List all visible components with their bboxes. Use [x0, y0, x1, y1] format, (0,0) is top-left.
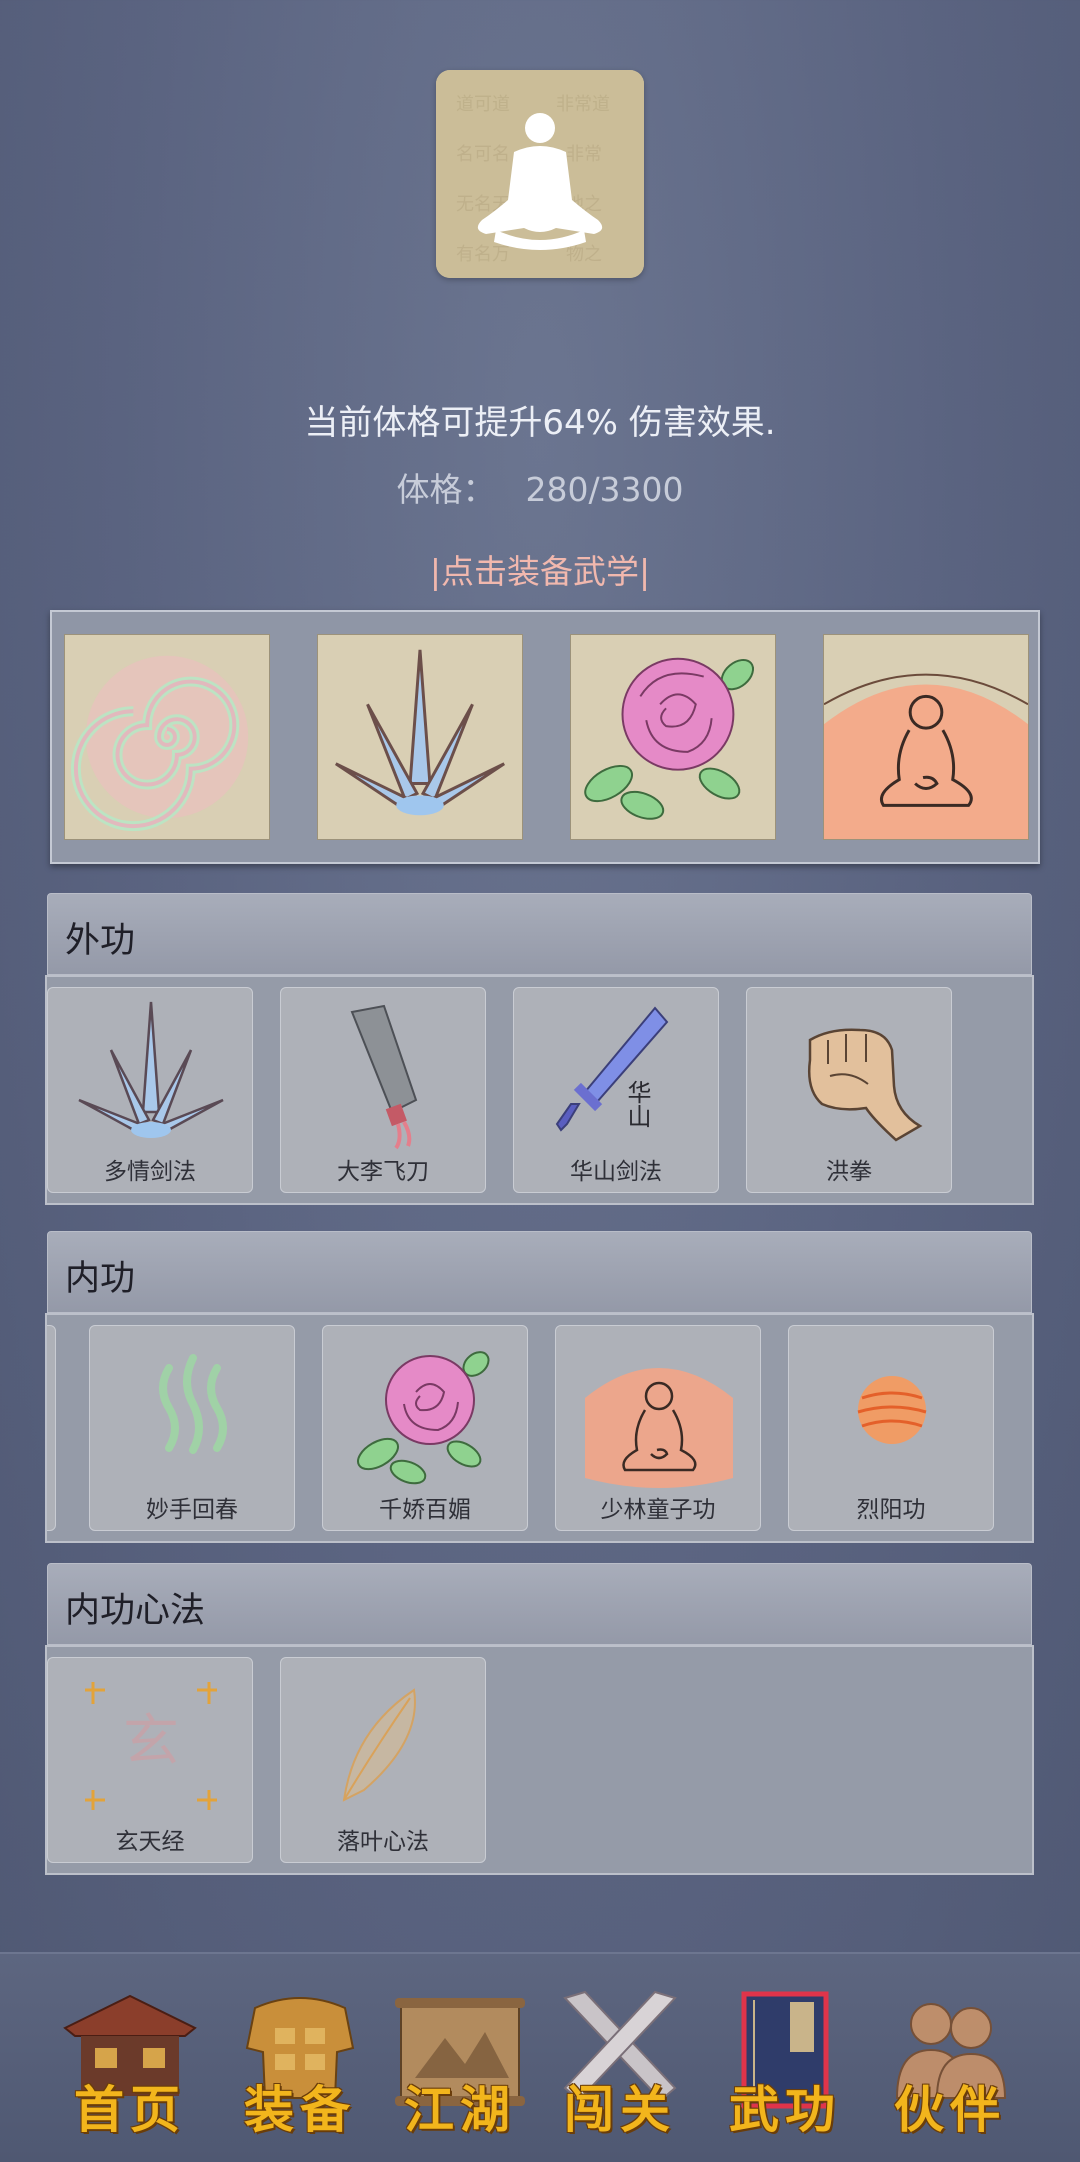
skill-label: 落叶心法: [337, 1829, 429, 1855]
section-title-neigong: 内功: [65, 1259, 136, 1299]
leaf-icon: [342, 1688, 416, 1802]
equipped-skills-bar: [50, 610, 1040, 864]
equipped-slot-1[interactable]: [64, 634, 270, 840]
skill-card-hongquan[interactable]: 洪拳: [746, 987, 952, 1193]
nav-label: 闯关: [564, 2080, 676, 2139]
sword-icon-text: 华山: [623, 1080, 651, 1128]
skill-list-xinfa: 玄 玄天经 落叶心法: [45, 1645, 1034, 1875]
section-title-waigong: 外功: [65, 921, 136, 961]
meditation-silhouette-icon: 道可道 非常道 名可名 非常 无名天 地之 有名万 物之: [436, 70, 644, 278]
sword-fan-icon: [78, 1001, 224, 1138]
meditation-glow-icon: [824, 635, 1028, 839]
svg-text:名可名: 名可名: [456, 144, 510, 165]
rose-icon: [357, 1351, 490, 1485]
fist-icon: [808, 1028, 923, 1142]
equipped-slot-2[interactable]: [317, 634, 523, 840]
nav-equipment[interactable]: 装备: [225, 1988, 375, 2139]
rose-icon: [571, 635, 775, 839]
skill-label: 烈阳功: [856, 1497, 926, 1523]
skill-label: 洪拳: [826, 1159, 872, 1185]
nav-label: 首页: [74, 2080, 186, 2139]
skill-label: 多情剑法: [104, 1159, 196, 1185]
nav-label: 江湖: [404, 2080, 516, 2139]
nav-partners[interactable]: 伙伴: [875, 1988, 1025, 2139]
section-title-xinfa: 内功心法: [65, 1591, 206, 1631]
skill-card-huashan-jianfa[interactable]: 华山 华山剑法: [513, 987, 719, 1193]
bonus-text: 当前体格可提升64% 伤害效果.: [304, 403, 776, 443]
sun-orb-icon: [857, 1376, 927, 1444]
stat-line: 体格： 280/3300: [0, 463, 1080, 511]
stat-value: 280/3300: [525, 470, 684, 509]
skill-card-duoqing-jianfa[interactable]: 多情剑法: [47, 987, 253, 1193]
nav-martial-arts[interactable]: 武功: [710, 1988, 860, 2139]
xuan-seal-icon: 玄: [85, 1682, 217, 1810]
stat-label: 体格：: [396, 470, 496, 509]
sword-icon: 华山: [555, 1006, 669, 1132]
bottom-nav: 首页 装备 江湖 闯关 武功 伙伴: [0, 1952, 1080, 2162]
nav-label: 武功: [729, 2080, 841, 2139]
skill-card-luoye-xinfa[interactable]: 落叶心法: [280, 1657, 486, 1863]
svg-text:道可道: 道可道: [456, 94, 510, 115]
character-avatar[interactable]: 道可道 非常道 名可名 非常 无名天 地之 有名万 物之: [436, 70, 644, 278]
swirl-icon: [65, 635, 269, 839]
cleaver-icon: [350, 1004, 418, 1150]
svg-text:有名万: 有名万: [456, 244, 510, 265]
skill-label: 大李飞刀: [337, 1159, 429, 1185]
skill-label: 少林童子功: [600, 1497, 716, 1523]
nav-label: 伙伴: [894, 2080, 1006, 2139]
skill-list-waigong: 多情剑法 大李飞刀 华山 华山剑法 洪拳: [45, 975, 1034, 1205]
svg-text:物之: 物之: [566, 244, 602, 265]
equipped-slot-3[interactable]: [570, 634, 776, 840]
equipped-slot-4[interactable]: [823, 634, 1029, 840]
skill-label: 千娇百媚: [379, 1497, 471, 1523]
svg-text:非常道: 非常道: [556, 94, 610, 115]
equip-martial-arts-link[interactable]: |点击装备武学|: [0, 545, 1080, 593]
skill-card-partial[interactable]: [47, 1325, 56, 1531]
nav-challenge[interactable]: 闯关: [545, 1988, 695, 2139]
section-header-neigong: 内功: [47, 1231, 1032, 1313]
skill-card-lieyang-gong[interactable]: 烈阳功: [788, 1325, 994, 1531]
skill-label: 华山剑法: [570, 1159, 662, 1185]
skill-card-miaoshou-huichun[interactable]: 妙手回春: [89, 1325, 295, 1531]
svg-text:非常: 非常: [566, 144, 602, 165]
skill-card-xuantian-jing[interactable]: 玄 玄天经: [47, 1657, 253, 1863]
healing-waves-icon: [159, 1354, 227, 1454]
skill-label: 妙手回春: [146, 1497, 238, 1523]
nav-jianghu[interactable]: 江湖: [385, 1988, 535, 2139]
skill-card-qianjiao-baimei[interactable]: 千娇百媚: [322, 1325, 528, 1531]
skill-card-shaolin-tongzigong[interactable]: 少林童子功: [555, 1325, 761, 1531]
section-header-xinfa: 内功心法: [47, 1563, 1032, 1645]
skill-label: 玄天经: [115, 1829, 185, 1855]
skill-list-neigong[interactable]: 妙手回春 千娇百媚 少林童子功 烈阳功: [45, 1313, 1034, 1543]
meditation-glow-icon: [585, 1368, 733, 1488]
sword-fan-icon: [318, 635, 522, 839]
nav-home[interactable]: 首页: [55, 1988, 205, 2139]
seal-char: 玄: [123, 1709, 179, 1774]
nav-label: 装备: [244, 2080, 356, 2139]
skill-card-dali-feidao[interactable]: 大李飞刀: [280, 987, 486, 1193]
section-header-waigong: 外功: [47, 893, 1032, 975]
